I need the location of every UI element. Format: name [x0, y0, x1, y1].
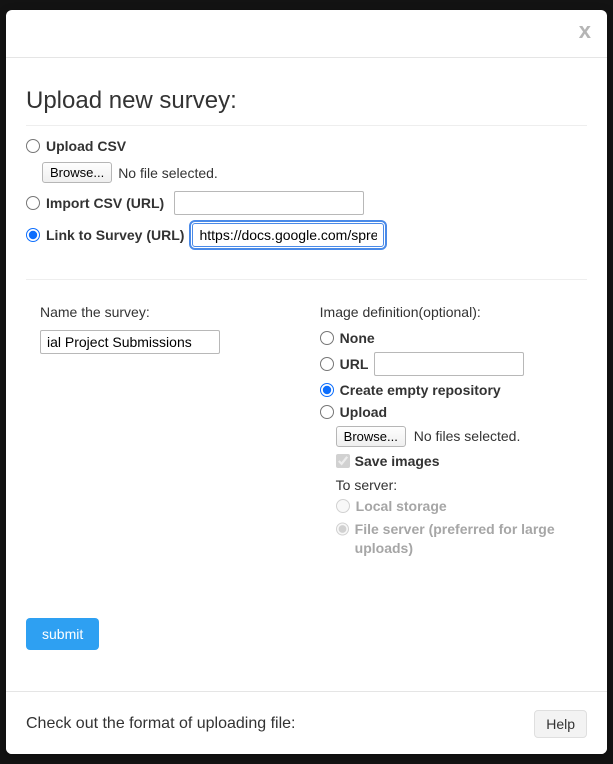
source-selection: Upload CSV Browse... No file selected. I…	[26, 138, 587, 280]
link-survey-url-radio[interactable]	[26, 228, 40, 242]
imgdef-url-label[interactable]: URL	[340, 356, 369, 372]
survey-name-label: Name the survey:	[40, 304, 290, 320]
imgdef-upload-browse-row: Browse... No files selected.	[336, 426, 587, 447]
import-csv-url-label[interactable]: Import CSV (URL)	[46, 195, 164, 211]
save-images-row: Save images	[336, 453, 587, 469]
link-survey-url-row: Link to Survey (URL)	[26, 223, 587, 247]
file-server-row: File server (preferred for large uploads…	[336, 520, 587, 558]
close-icon[interactable]: x	[579, 20, 591, 42]
submit-button[interactable]: submit	[26, 618, 99, 650]
save-images-label[interactable]: Save images	[355, 453, 440, 469]
image-def-column: Image definition(optional): None URL Cre…	[320, 304, 587, 562]
modal-footer: Check out the format of uploading file: …	[6, 691, 607, 754]
upload-csv-row: Upload CSV	[26, 138, 587, 154]
imgdef-upload-row: Upload	[320, 404, 587, 420]
upload-csv-browse-button[interactable]: Browse...	[42, 162, 112, 183]
imgdef-upload-label[interactable]: Upload	[340, 404, 387, 420]
save-images-checkbox[interactable]	[336, 454, 350, 468]
imgdef-upload-browse-button[interactable]: Browse...	[336, 426, 406, 447]
imgdef-create-empty-radio[interactable]	[320, 383, 334, 397]
to-server-label: To server:	[336, 477, 587, 493]
modal-title: Upload new survey:	[26, 87, 587, 126]
modal-body: Upload new survey: Upload CSV Browse... …	[6, 58, 607, 665]
name-column: Name the survey:	[26, 304, 290, 562]
imgdef-none-row: None	[320, 330, 587, 346]
imgdef-url-input[interactable]	[374, 352, 524, 376]
import-csv-url-row: Import CSV (URL)	[26, 191, 587, 215]
file-server-label: File server (preferred for large uploads…	[355, 520, 587, 558]
imgdef-none-radio[interactable]	[320, 331, 334, 345]
footer-text: Check out the format of uploading file:	[26, 715, 296, 733]
modal-header: x	[6, 10, 607, 58]
imgdef-url-radio[interactable]	[320, 357, 334, 371]
local-storage-row: Local storage	[336, 497, 587, 516]
upload-csv-browse-row: Browse... No file selected.	[42, 162, 587, 183]
details-row: Name the survey: Image definition(option…	[26, 304, 587, 562]
upload-csv-status: No file selected.	[118, 165, 218, 181]
import-csv-url-radio[interactable]	[26, 196, 40, 210]
import-csv-url-input[interactable]	[174, 191, 364, 215]
imgdef-url-row: URL	[320, 352, 587, 376]
upload-survey-modal: x Upload new survey: Upload CSV Browse..…	[6, 10, 607, 754]
help-button[interactable]: Help	[534, 710, 587, 738]
local-storage-radio	[336, 499, 350, 513]
imgdef-upload-status: No files selected.	[414, 428, 521, 444]
link-survey-url-input[interactable]	[192, 223, 384, 247]
image-def-title: Image definition(optional):	[320, 304, 587, 320]
link-survey-url-label[interactable]: Link to Survey (URL)	[46, 227, 184, 243]
local-storage-label: Local storage	[356, 497, 447, 516]
upload-csv-radio[interactable]	[26, 139, 40, 153]
survey-name-input[interactable]	[40, 330, 220, 354]
image-save-block: Save images To server: Local storage Fil…	[336, 453, 587, 558]
upload-csv-label[interactable]: Upload CSV	[46, 138, 126, 154]
imgdef-create-empty-label[interactable]: Create empty repository	[340, 382, 501, 398]
imgdef-create-empty-row: Create empty repository	[320, 382, 587, 398]
imgdef-none-label[interactable]: None	[340, 330, 375, 346]
imgdef-upload-radio[interactable]	[320, 405, 334, 419]
file-server-radio	[336, 522, 349, 536]
